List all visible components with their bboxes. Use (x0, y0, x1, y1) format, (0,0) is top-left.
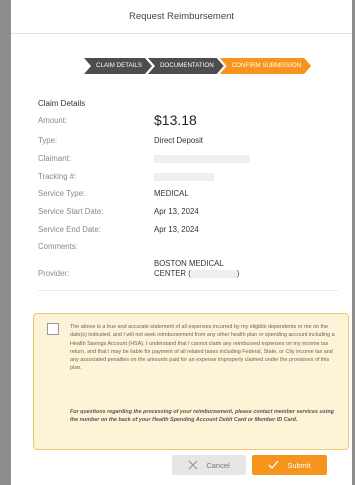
type-label: Type: (38, 136, 58, 145)
backdrop-left (0, 0, 11, 485)
end-date-row: Service End Date: Apr 13, 2024 (38, 225, 338, 234)
amount-value: $13.18 (154, 112, 197, 128)
service-type-value: MEDICAL (154, 189, 189, 198)
amount-row: Amount: $13.18 (38, 112, 338, 128)
checkmark-icon (268, 460, 279, 469)
tracking-label: Tracking #: (38, 172, 77, 181)
end-date-value: Apr 13, 2024 (154, 225, 199, 234)
provider-row: Provider: BOSTON MEDICAL CENTER () (38, 259, 338, 279)
provider-value: BOSTON MEDICAL CENTER () (154, 259, 239, 279)
start-date-row: Service Start Date: Apr 13, 2024 (38, 207, 338, 216)
section-divider (38, 290, 338, 291)
step-confirm-submission[interactable]: CONFIRM SUBMISSION (220, 58, 311, 74)
step-claim-details[interactable]: CLAIM DETAILS (84, 58, 152, 74)
provider-id-redacted (190, 269, 237, 278)
service-type-row: Service Type: MEDICAL (38, 189, 338, 198)
end-date-label: Service End Date: (38, 225, 101, 234)
submit-button[interactable]: Submit (252, 455, 327, 475)
claimant-label: Claimant: (38, 154, 71, 163)
step-documentation[interactable]: DOCUMENTATION (148, 58, 224, 74)
submit-label: Submit (287, 460, 311, 470)
modal-title: Request Reimbursement (128, 11, 235, 22)
attestation-text: The above is a true and accurate stateme… (70, 324, 335, 372)
cancel-label: Cancel (206, 460, 230, 470)
provider-label: Provider: (38, 269, 70, 278)
progress-steps: CLAIM DETAILS DOCUMENTATION CONFIRM SUBM… (84, 58, 307, 74)
cancel-button[interactable]: Cancel (172, 455, 246, 475)
start-date-value: Apr 13, 2024 (154, 207, 199, 216)
claimant-row: Claimant: (38, 154, 338, 163)
service-type-label: Service Type: (38, 189, 86, 198)
comments-label: Comments: (38, 242, 78, 251)
attestation-box: The above is a true and accurate stateme… (33, 313, 349, 450)
start-date-label: Service Start Date: (38, 207, 104, 216)
attestation-checkbox[interactable] (47, 323, 59, 335)
type-row: Type: Direct Deposit (38, 136, 338, 145)
close-icon (188, 460, 198, 470)
type-value: Direct Deposit (154, 136, 203, 145)
provider-line2-suffix: ) (236, 269, 240, 278)
attestation-note: For questions regarding the processing o… (70, 409, 334, 424)
claim-details-title: Claim Details (38, 99, 86, 108)
provider-line1: BOSTON MEDICAL (154, 259, 224, 268)
comments-row: Comments: (38, 242, 338, 251)
modal-header: Request Reimbursement (11, 0, 352, 34)
claimant-redacted (154, 154, 250, 163)
tracking-row: Tracking #: (38, 172, 338, 181)
tracking-redacted (154, 172, 214, 181)
provider-line2-prefix: CENTER ( (154, 269, 191, 278)
amount-label: Amount: (38, 115, 68, 125)
